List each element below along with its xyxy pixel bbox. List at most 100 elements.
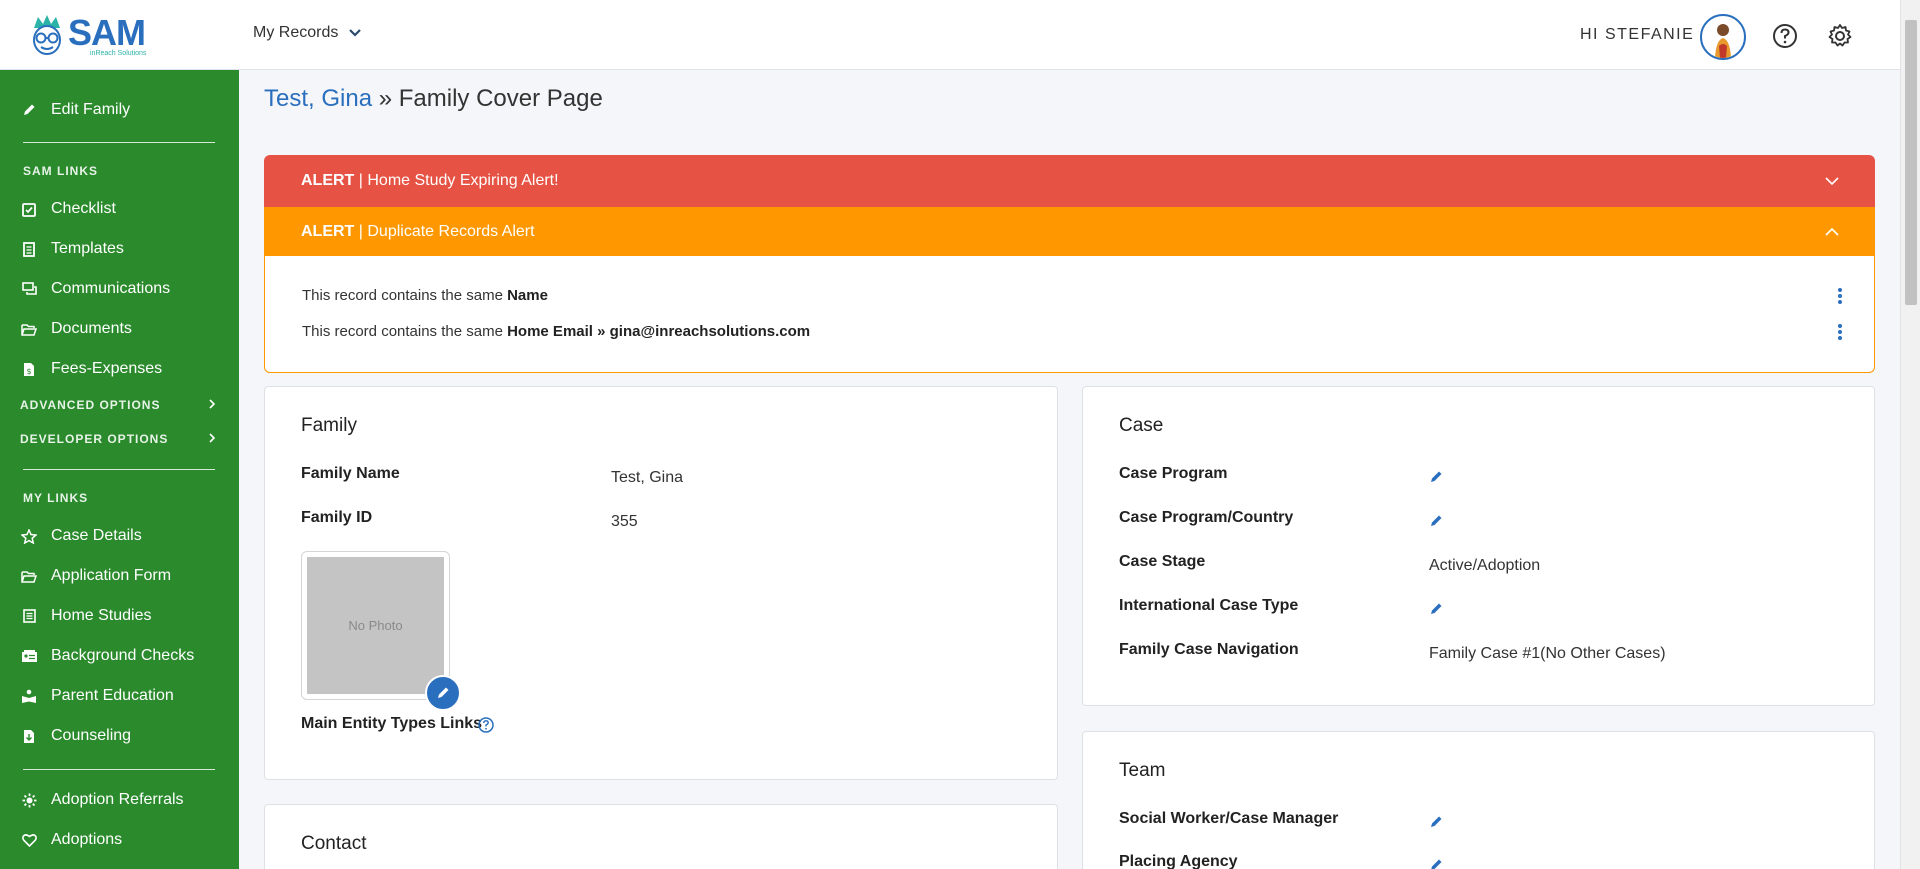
family-case-navigation-value[interactable]: Family Case #1(No Other Cases) — [1429, 645, 1666, 663]
sidebar-item-communications[interactable]: Communications — [20, 280, 170, 298]
sidebar-item-label: Adoptions — [51, 831, 123, 848]
pencil-icon — [438, 687, 449, 698]
invoice-icon: $ — [20, 360, 38, 378]
contact-card: Contact — [264, 804, 1058, 869]
duplicate-row-detail: » gina@inreachsolutions.com — [592, 323, 811, 340]
case-program-label: Case Program — [1119, 465, 1228, 482]
alert-tag: ALERT — [301, 222, 355, 240]
sidebar-item-parent-education[interactable]: Parent Education — [20, 687, 174, 705]
duplicate-row: This record contains the same Home Email… — [302, 323, 810, 340]
sidebar-item-label: Adoption Referrals — [51, 791, 184, 808]
case-stage-value: Active/Adoption — [1429, 557, 1541, 574]
edit-social-worker-icon[interactable] — [1429, 815, 1443, 829]
my-records-label: My Records — [253, 24, 339, 41]
star-icon — [20, 527, 38, 545]
sidebar-item-counseling[interactable]: Counseling — [20, 727, 131, 745]
edit-placing-agency-icon[interactable] — [1429, 858, 1443, 869]
case-stage-label: Case Stage — [1119, 553, 1206, 570]
help-icon[interactable] — [1771, 22, 1799, 50]
sidebar-item-templates[interactable]: Templates — [20, 240, 124, 258]
sidebar-item-background-checks[interactable]: Background Checks — [20, 647, 194, 665]
duplicate-row: This record contains the same Name — [302, 287, 548, 304]
chevron-up-icon[interactable] — [1824, 226, 1840, 238]
contact-card-title: Contact — [301, 833, 367, 854]
top-header: SAM inReach Solutions My Records HI STEF… — [0, 0, 1900, 70]
page-title: Test, Gina » Family Cover Page — [264, 85, 603, 113]
duplicate-row-prefix: This record contains the same — [302, 287, 508, 304]
sidebar-item-label: Counseling — [51, 727, 132, 744]
sidebar-item-label: Application Form — [51, 567, 172, 584]
sidebar-item-label: Home Studies — [51, 607, 152, 624]
help-circle-icon[interactable] — [477, 716, 495, 734]
sam-logo[interactable]: SAM inReach Solutions — [28, 14, 146, 58]
chevron-down-icon — [349, 29, 362, 37]
sidebar-item-home-studies[interactable]: Home Studies — [20, 607, 152, 625]
more-options-icon[interactable] — [1835, 287, 1845, 305]
title-separator: » — [372, 85, 399, 112]
family-id-value: 355 — [611, 513, 638, 530]
user-greeting: HI STEFANIE — [1580, 26, 1695, 43]
sidebar-item-adoption-referrals[interactable]: Adoption Referrals — [20, 791, 184, 809]
team-card-title: Team — [1119, 760, 1166, 781]
family-name-link[interactable]: Test, Gina — [264, 85, 372, 112]
chat-icon — [20, 280, 38, 298]
sidebar-item-checklist[interactable]: Checklist — [20, 200, 116, 218]
my-links-heading: MY LINKS — [23, 491, 89, 505]
edit-case-program-icon[interactable] — [1429, 470, 1443, 484]
family-card: Family Family Name Test, Gina Family ID … — [264, 386, 1058, 780]
sidebar-item-case-details[interactable]: Case Details — [20, 527, 142, 545]
family-name-label: Family Name — [301, 465, 400, 482]
page-scrollbar[interactable] — [1900, 0, 1920, 869]
chevron-down-icon[interactable] — [1824, 175, 1840, 187]
family-id-label: Family ID — [301, 509, 373, 526]
sidebar-item-documents[interactable]: Documents — [20, 320, 132, 338]
sidebar-item-label: Edit Family — [51, 101, 131, 118]
family-photo-frame: No Photo — [301, 551, 450, 700]
heart-icon — [20, 831, 38, 849]
entity-links-label: Main Entity Types Links — [301, 715, 483, 732]
folder-open-icon — [20, 567, 38, 585]
sidebar-item-label: Templates — [51, 240, 124, 257]
pencil-icon — [20, 101, 38, 119]
sidebar: Edit Family SAM LINKS Checklist Template… — [0, 70, 239, 869]
avatar[interactable] — [1700, 14, 1746, 60]
sidebar-divider — [23, 769, 215, 770]
download-document-icon — [20, 727, 38, 745]
sidebar-item-label: Case Details — [51, 527, 142, 544]
page-title-text: Family Cover Page — [398, 85, 603, 112]
case-card-title: Case — [1119, 415, 1164, 436]
sidebar-item-label: Documents — [51, 320, 132, 337]
home-study-alert[interactable]: ALERT | Home Study Expiring Alert! — [264, 155, 1875, 207]
case-program-country-label: Case Program/Country — [1119, 509, 1294, 526]
my-records-dropdown[interactable]: My Records — [253, 24, 362, 42]
edit-photo-button[interactable] — [425, 675, 461, 711]
reading-person-icon — [20, 687, 38, 705]
family-case-navigation-label: Family Case Navigation — [1119, 641, 1299, 658]
placing-agency-label: Placing Agency — [1119, 853, 1238, 869]
sidebar-item-edit-family[interactable]: Edit Family — [20, 101, 130, 119]
developer-options-toggle[interactable]: DEVELOPER OPTIONS — [20, 432, 216, 446]
svg-text:$: $ — [26, 367, 31, 376]
list-icon — [20, 607, 38, 625]
case-card: Case Case Program Case Program/Country C… — [1082, 386, 1875, 706]
sidebar-item-application-form[interactable]: Application Form — [20, 567, 171, 585]
sidebar-item-fees-expenses[interactable]: $ Fees-Expenses — [20, 360, 162, 378]
advanced-options-toggle[interactable]: ADVANCED OPTIONS — [20, 398, 216, 412]
social-worker-label: Social Worker/Case Manager — [1119, 810, 1339, 827]
sidebar-item-adoptions[interactable]: Adoptions — [20, 831, 122, 849]
duplicate-records-alert[interactable]: ALERT | Duplicate Records Alert — [264, 207, 1875, 256]
family-photo: No Photo — [307, 557, 444, 694]
duplicate-row-field: Name — [507, 287, 548, 304]
developer-options-label: DEVELOPER OPTIONS — [20, 432, 169, 446]
scrollbar-thumb[interactable] — [1905, 20, 1917, 305]
gear-icon[interactable] — [1826, 22, 1854, 50]
id-card-icon — [20, 647, 38, 665]
more-options-icon[interactable] — [1835, 323, 1845, 341]
family-card-title: Family — [301, 415, 357, 436]
chevron-right-icon — [209, 399, 216, 409]
sidebar-divider — [23, 469, 215, 470]
edit-intl-case-type-icon[interactable] — [1429, 602, 1443, 616]
checklist-icon — [20, 200, 38, 218]
photo-placeholder-text: No Photo — [348, 618, 403, 633]
edit-case-program-country-icon[interactable] — [1429, 514, 1443, 528]
